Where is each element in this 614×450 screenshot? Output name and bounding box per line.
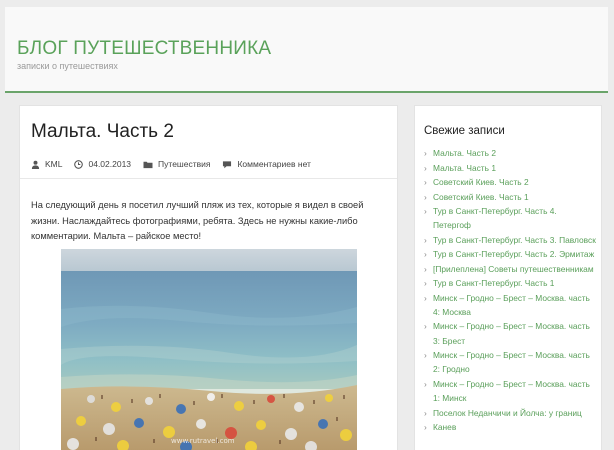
list-item[interactable]: Поселок Неданчичи и Йолча: у границ — [424, 406, 596, 420]
post-article: Мальта. Часть 2 KML 04.02.2013 Путешеств… — [19, 105, 398, 450]
recent-post-link[interactable]: Мальта. Часть 1 — [433, 163, 496, 173]
list-item[interactable]: Минск – Гродно – Брест – Москва. часть 4… — [424, 291, 596, 319]
page: БЛОГ ПУТЕШЕСТВЕННИКА записки о путешеств… — [5, 7, 608, 450]
recent-post-link[interactable]: [Прилеплена] Советы путешественникам — [433, 264, 594, 274]
post-date-label: 04.02.2013 — [88, 159, 132, 169]
recent-post-link[interactable]: Канев — [433, 422, 456, 432]
beach-image — [61, 249, 357, 450]
site-title[interactable]: БЛОГ ПУТЕШЕСТВЕННИКА — [17, 38, 271, 60]
list-item[interactable]: Мальта. Часть 1 — [424, 161, 596, 175]
recent-post-link[interactable]: Тур в Санкт-Петербург. Часть 1 — [433, 278, 554, 288]
comment-icon — [223, 160, 232, 168]
list-item[interactable]: Минск – Гродно – Брест – Москва. часть 1… — [424, 377, 596, 405]
post-comments[interactable]: Комментариев нет — [222, 159, 311, 169]
post-author[interactable]: KML — [31, 159, 62, 169]
list-item[interactable]: Тур в Санкт-Петербург. Часть 1 — [424, 276, 596, 290]
list-item[interactable]: Тур в Санкт-Петербург. Часть 4. Петергоф — [424, 204, 596, 232]
site-header: БЛОГ ПУТЕШЕСТВЕННИКА записки о путешеств… — [5, 7, 608, 93]
list-item[interactable]: Тур в Санкт-Петербург. Часть 3. Павловск — [424, 233, 596, 247]
recent-post-link[interactable]: Минск – Гродно – Брест – Москва. часть 4… — [433, 293, 590, 317]
list-item[interactable]: Тур в Санкт-Петербург. Часть 2. Эрмитаж — [424, 247, 596, 261]
list-item[interactable]: [Прилеплена] Советы путешественникам — [424, 262, 596, 276]
recent-post-link[interactable]: Тур в Санкт-Петербург. Часть 4. Петергоф — [433, 206, 557, 230]
post-title[interactable]: Мальта. Часть 2 — [31, 121, 174, 143]
recent-post-link[interactable]: Поселок Неданчичи и Йолча: у границ — [433, 408, 582, 418]
list-item[interactable]: Минск – Гродно – Брест – Москва. часть 3… — [424, 319, 596, 347]
recent-posts-title: Свежие записи — [424, 125, 505, 137]
recent-post-link[interactable]: Мальта. Часть 2 — [433, 148, 496, 158]
post-meta: KML 04.02.2013 Путешествия Комментариев … — [31, 159, 323, 169]
list-item[interactable]: Канев — [424, 420, 596, 434]
recent-post-link[interactable]: Минск – Гродно – Брест – Москва. часть 2… — [433, 350, 590, 374]
post-category[interactable]: Путешествия — [143, 159, 210, 169]
recent-post-link[interactable]: Минск – Гродно – Брест – Москва. часть 3… — [433, 321, 590, 345]
list-item[interactable]: Минск – Гродно – Брест – Москва. часть 2… — [424, 348, 596, 376]
list-item[interactable]: Советский Киев. Часть 1 — [424, 190, 596, 204]
clock-icon — [74, 159, 84, 169]
recent-post-link[interactable]: Советский Киев. Часть 2 — [433, 177, 529, 187]
post-date[interactable]: 04.02.2013 — [74, 159, 131, 169]
recent-post-link[interactable]: Тур в Санкт-Петербург. Часть 2. Эрмитаж — [433, 249, 594, 259]
recent-posts-list: Мальта. Часть 2 Мальта. Часть 1 Советски… — [424, 146, 596, 435]
user-icon — [31, 160, 40, 169]
post-category-label: Путешествия — [158, 159, 211, 169]
recent-post-link[interactable]: Тур в Санкт-Петербург. Часть 3. Павловск — [433, 235, 596, 245]
site-description: записки о путешествиях — [17, 61, 118, 71]
post-content: На следующий день я посетил лучший пляж … — [31, 198, 386, 245]
post-comments-label: Комментариев нет — [237, 159, 311, 169]
folder-icon — [143, 161, 153, 168]
beach-photo[interactable]: www.rutravel.com — [61, 249, 357, 450]
sidebar: Свежие записи Мальта. Часть 2 Мальта. Ча… — [414, 105, 602, 450]
post-author-label: KML — [45, 159, 63, 169]
list-item[interactable]: Мальта. Часть 2 — [424, 146, 596, 160]
post-paragraph: На следующий день я посетил лучший пляж … — [31, 200, 364, 241]
recent-post-link[interactable]: Минск – Гродно – Брест – Москва. часть 1… — [433, 379, 590, 403]
recent-post-link[interactable]: Советский Киев. Часть 1 — [433, 192, 529, 202]
meta-divider — [20, 178, 397, 179]
list-item[interactable]: Советский Киев. Часть 2 — [424, 175, 596, 189]
photo-watermark: www.rutravel.com — [171, 437, 235, 445]
